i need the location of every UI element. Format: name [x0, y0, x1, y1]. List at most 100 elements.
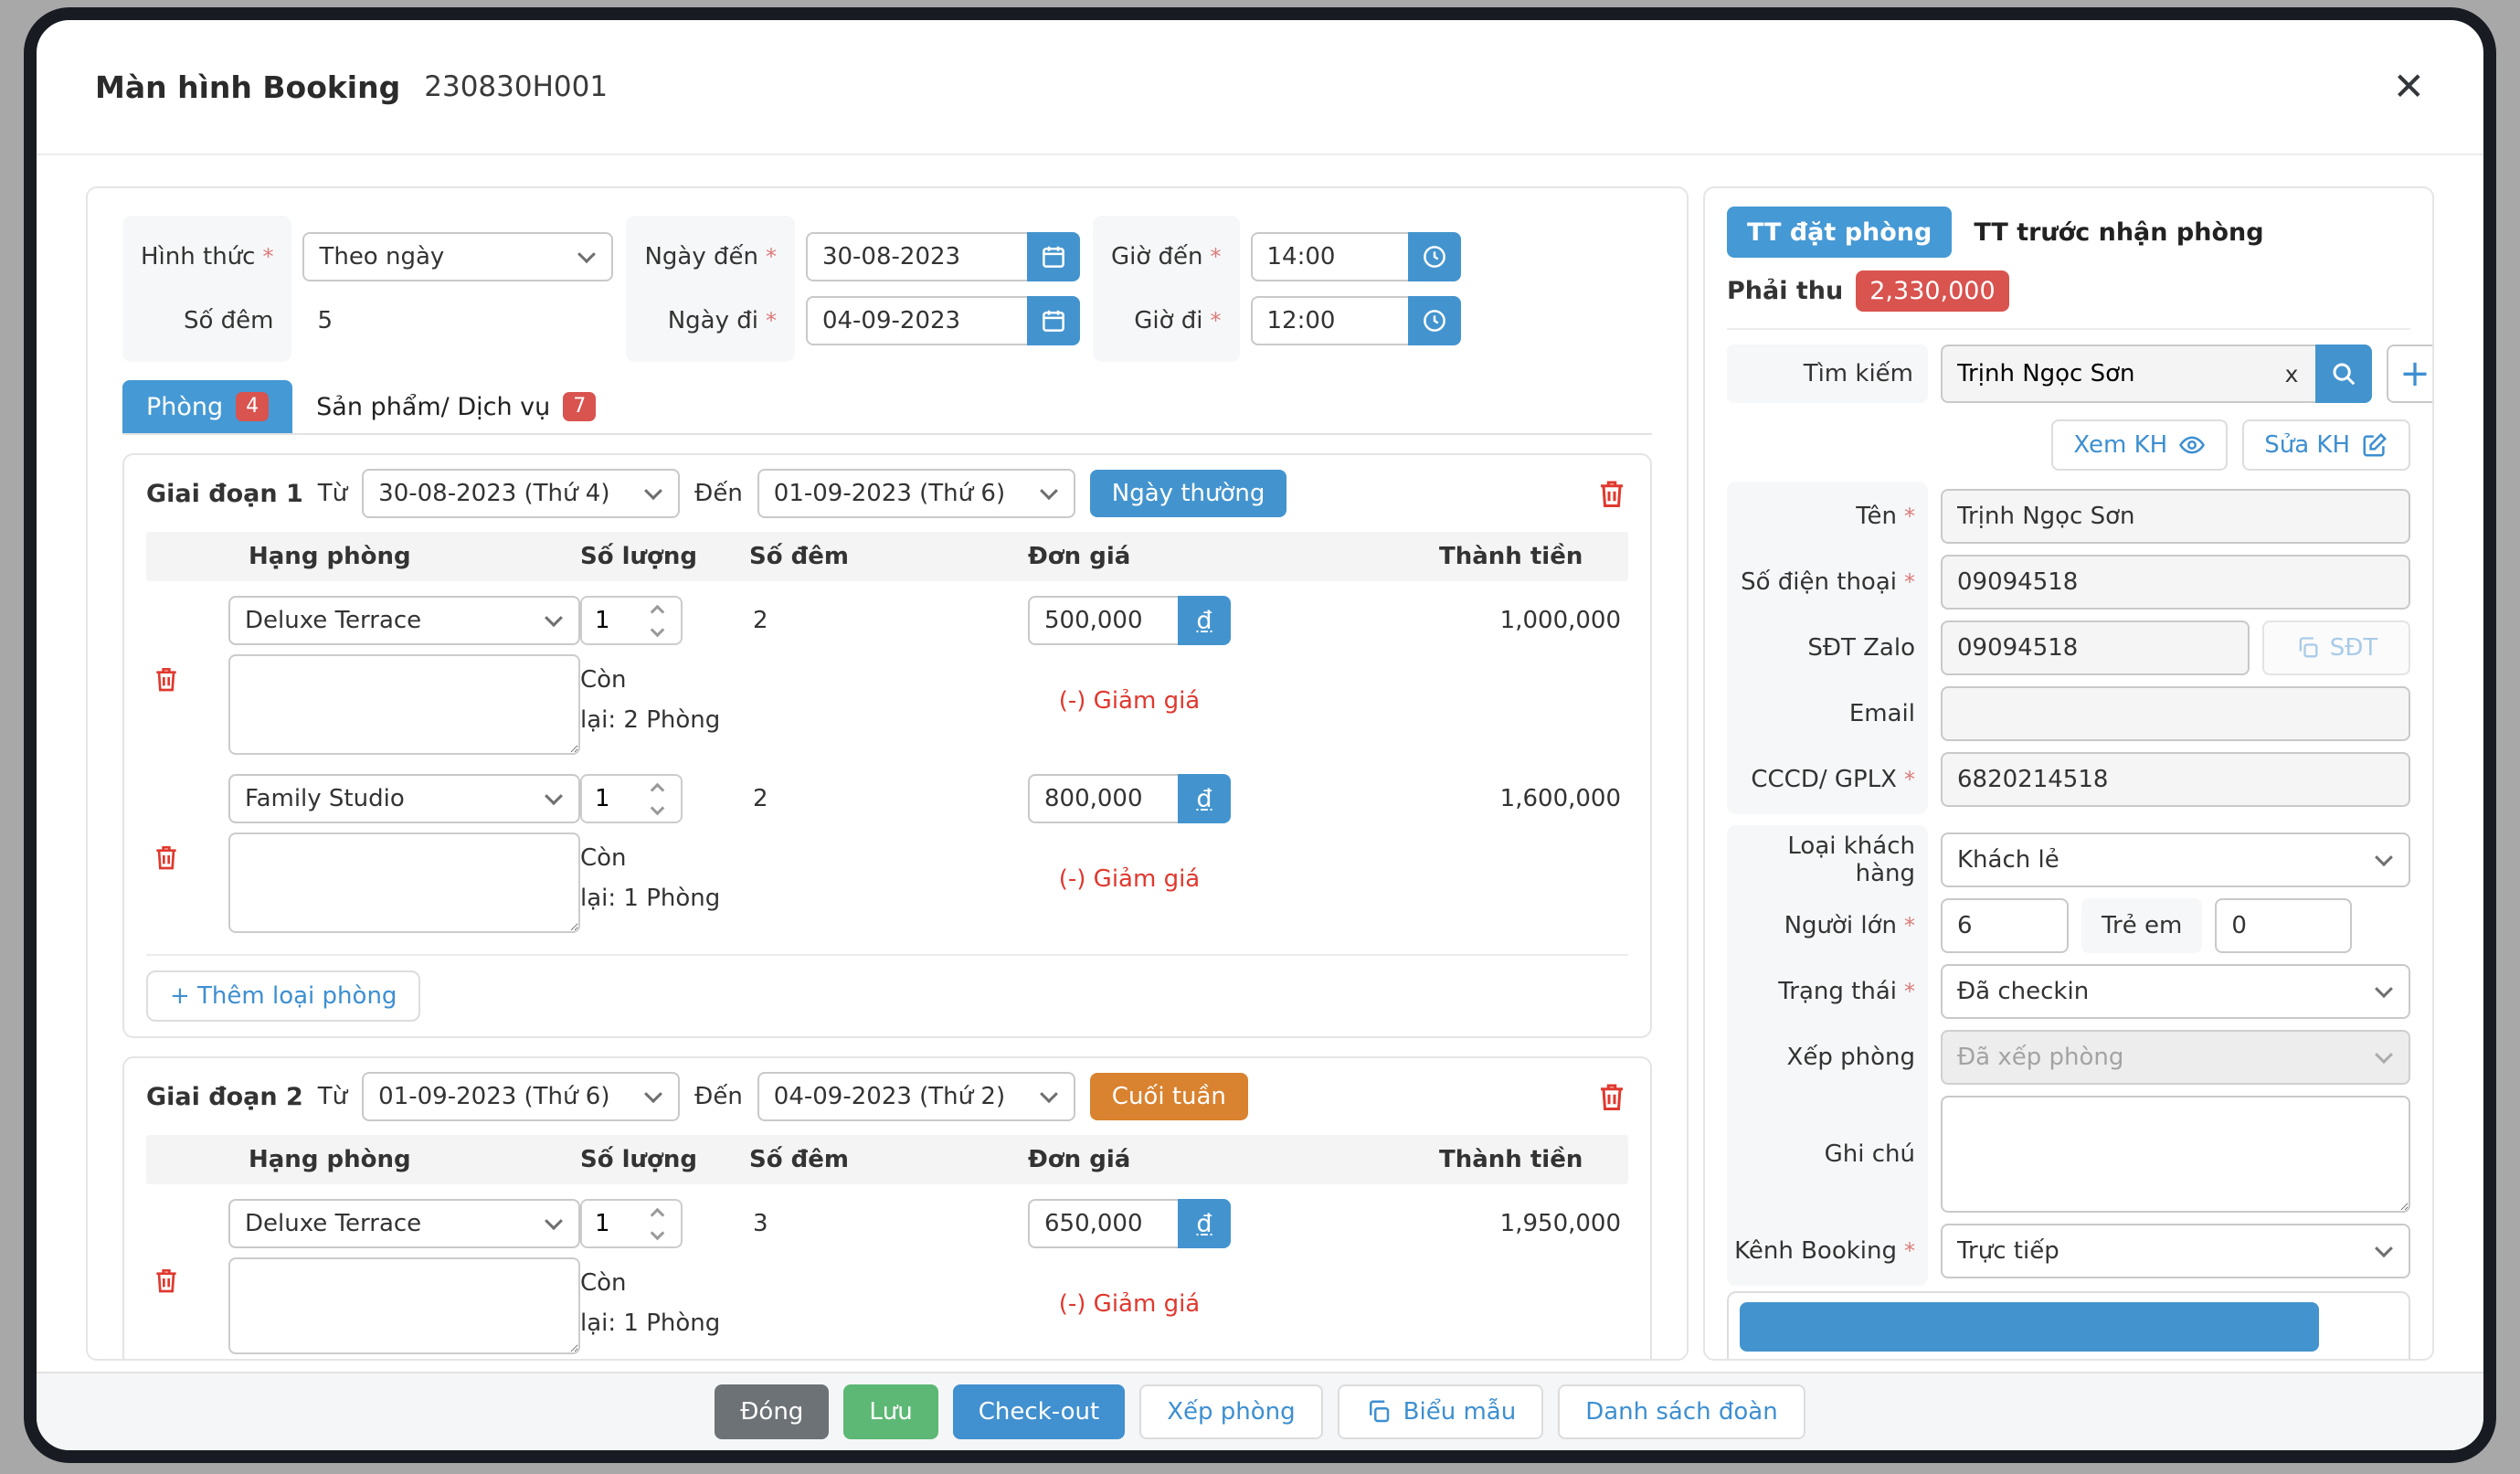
unit-price-input[interactable] — [1028, 1199, 1178, 1248]
zalo-field[interactable] — [1941, 620, 2250, 675]
customer-type-select[interactable]: Khách lẻ — [1941, 832, 2410, 887]
rooms-count-badge: 4 — [236, 392, 269, 421]
quantity-stepper[interactable] — [580, 774, 683, 823]
arrival-calendar-button[interactable] — [1027, 232, 1080, 281]
arrival-clock-button[interactable] — [1408, 232, 1461, 281]
departure-date-input[interactable] — [806, 296, 1027, 345]
copy-phone-button[interactable]: SĐT — [2262, 620, 2410, 675]
tab-products-services[interactable]: Sản phẩm/ Dịch vụ 7 — [292, 380, 619, 433]
chevron-up-icon[interactable] — [650, 604, 664, 619]
period-from-select[interactable]: 01-09-2023 (Thứ 6) — [362, 1072, 680, 1121]
col-quantity: Số lượng — [580, 543, 749, 570]
chevron-down-icon[interactable] — [650, 801, 664, 815]
search-icon — [2330, 360, 2357, 387]
search-button[interactable] — [2315, 345, 2372, 403]
arrival-date-input[interactable] — [806, 232, 1027, 281]
delete-room-button[interactable] — [152, 1264, 181, 1297]
zalo-row: SĐT Zalo SĐT — [1727, 620, 2410, 675]
edit-customer-button[interactable]: Sửa KH — [2242, 419, 2410, 471]
departure-date-field — [806, 296, 1080, 345]
group-list-button[interactable]: Danh sách đoàn — [1558, 1384, 1805, 1439]
services-count-badge: 7 — [563, 392, 596, 421]
phone-field[interactable] — [1941, 555, 2410, 610]
period-to-select[interactable]: 01-09-2023 (Thứ 6) — [757, 469, 1075, 518]
room-row: Deluxe Terrace Cònlại: 2 Phòng 2 — [146, 596, 1628, 761]
room-type-select[interactable]: Deluxe Terrace — [228, 1199, 580, 1248]
discount-link[interactable]: (-) Giảm giá — [1028, 865, 1231, 893]
discount-link[interactable]: (-) Giảm giá — [1028, 1290, 1231, 1318]
tab-payment-booking[interactable]: TT đặt phòng — [1727, 207, 1952, 258]
currency-button[interactable]: ₫ — [1178, 774, 1231, 823]
quantity-input[interactable] — [582, 776, 633, 822]
arrival-time-input[interactable] — [1251, 232, 1408, 281]
delete-room-button[interactable] — [152, 663, 181, 695]
required-mark: * — [262, 244, 273, 270]
departure-clock-button[interactable] — [1408, 296, 1461, 345]
chevron-up-icon[interactable] — [650, 1207, 664, 1222]
quantity-stepper[interactable] — [580, 596, 683, 645]
close-button[interactable]: ✕ — [2393, 68, 2425, 106]
booking-type-select[interactable]: Theo ngày — [302, 232, 613, 281]
add-customer-button[interactable]: + — [2387, 345, 2434, 403]
room-type-select[interactable]: Family Studio — [228, 774, 580, 823]
id-field[interactable] — [1941, 752, 2410, 807]
children-input[interactable] — [2215, 898, 2352, 953]
currency-button[interactable]: ₫ — [1178, 596, 1231, 645]
departure-calendar-button[interactable] — [1027, 296, 1080, 345]
note-label: Ghi chú — [1727, 1140, 1928, 1168]
name-field[interactable] — [1941, 489, 2410, 544]
room-note-textarea[interactable] — [228, 654, 580, 755]
clear-search-button[interactable]: x — [2268, 345, 2315, 403]
clipped-blue-button[interactable] — [1740, 1302, 2319, 1352]
tab-rooms[interactable]: Phòng 4 — [122, 380, 292, 433]
departure-time-input[interactable] — [1251, 296, 1408, 345]
room-note-textarea[interactable] — [228, 832, 580, 933]
view-customer-button[interactable]: Xem KH — [2051, 419, 2228, 471]
stepper-arrows[interactable] — [633, 1201, 681, 1246]
add-room-type-button[interactable]: + Thêm loại phòng — [146, 970, 420, 1022]
period-2-header: Giai đoạn 2 Từ 01-09-2023 (Thứ 6) Đến 04… — [146, 1073, 1628, 1120]
delete-room-button[interactable] — [152, 841, 181, 874]
divider — [1727, 328, 2410, 330]
quantity-input[interactable] — [582, 598, 633, 643]
period-from-select[interactable]: 30-08-2023 (Thứ 4) — [362, 469, 680, 518]
unit-price-input[interactable] — [1028, 774, 1178, 823]
forms-button[interactable]: Biểu mẫu — [1338, 1384, 1544, 1439]
id-row: CCCD/ GPLX* — [1727, 752, 2410, 807]
chevron-up-icon[interactable] — [650, 782, 664, 797]
chevron-down-icon[interactable] — [650, 1225, 664, 1240]
save-button[interactable]: Lưu — [843, 1384, 937, 1439]
day-type-badge[interactable]: Ngày thường — [1090, 470, 1287, 517]
assign-room-button[interactable]: Xếp phòng — [1139, 1384, 1322, 1439]
note-textarea[interactable] — [1941, 1096, 2410, 1213]
checkout-button[interactable]: Check-out — [953, 1384, 1125, 1439]
channel-select[interactable]: Trực tiếp — [1941, 1224, 2410, 1278]
discount-link[interactable]: (-) Giảm giá — [1028, 687, 1231, 715]
adults-input[interactable] — [1941, 898, 2069, 953]
stepper-arrows[interactable] — [633, 776, 681, 822]
period-2-card: Giai đoạn 2 Từ 01-09-2023 (Thứ 6) Đến 04… — [122, 1056, 1652, 1361]
col-room-type: Hạng phòng — [228, 1146, 580, 1173]
email-field[interactable] — [1941, 686, 2410, 741]
unit-price-input[interactable] — [1028, 596, 1178, 645]
close-dialog-button[interactable]: Đóng — [715, 1384, 829, 1439]
stepper-arrows[interactable] — [633, 598, 681, 643]
add-room-row: + Thêm loại phòng — [146, 954, 1628, 1022]
line-total: 1,600,000 — [1412, 774, 1628, 823]
tab-payment-before-checkin[interactable]: TT trước nhận phòng — [1974, 218, 2263, 247]
delete-period-button[interactable] — [1595, 475, 1628, 512]
customer-type-row: Loại khách hàng Khách lẻ — [1727, 832, 2410, 887]
chevron-down-icon[interactable] — [650, 622, 664, 637]
room-note-textarea[interactable] — [228, 1257, 580, 1354]
quantity-input[interactable] — [582, 1201, 633, 1246]
status-select[interactable]: Đã checkin — [1941, 964, 2410, 1019]
customer-search-input[interactable] — [1941, 345, 2268, 403]
currency-button[interactable]: ₫ — [1178, 1199, 1231, 1248]
day-type-badge[interactable]: Cuối tuần — [1090, 1073, 1248, 1120]
nights-value: 2 — [749, 596, 1028, 645]
room-type-select[interactable]: Deluxe Terrace — [228, 596, 580, 645]
required-mark: * — [1904, 569, 1915, 595]
delete-period-button[interactable] — [1595, 1078, 1628, 1115]
quantity-stepper[interactable] — [580, 1199, 683, 1248]
period-to-select[interactable]: 04-09-2023 (Thứ 2) — [757, 1072, 1075, 1121]
